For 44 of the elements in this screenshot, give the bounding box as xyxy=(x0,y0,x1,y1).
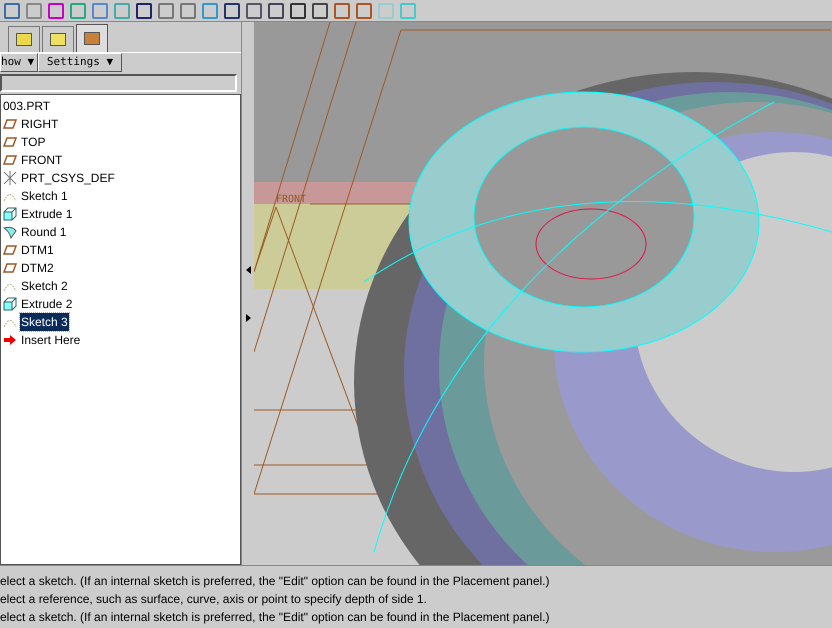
folders-icon xyxy=(16,33,32,46)
toolbar-tool-icon[interactable] xyxy=(312,2,328,18)
toolbar-tool-icon[interactable] xyxy=(290,2,306,18)
toolbar-tool-icon[interactable] xyxy=(224,2,240,18)
tree-item[interactable]: Sketch 1 xyxy=(20,187,69,205)
coordinate-system-icon xyxy=(3,171,17,185)
tree-item[interactable]: FRONT xyxy=(20,151,64,169)
toolbar-tool-icon[interactable] xyxy=(246,2,262,18)
status-message: elect a sketch. (If an internal sketch is preferred, the "Edit" option can be found in the Placement panel.) xyxy=(0,609,550,626)
tree-item[interactable]: Insert Here xyxy=(20,331,82,349)
folder-icon xyxy=(50,33,66,46)
navigator-tab[interactable] xyxy=(76,24,108,52)
tree-root-label[interactable]: 003.PRT xyxy=(1,97,50,115)
tree-item[interactable]: PRT_CSYS_DEF xyxy=(20,169,116,187)
tree-item[interactable]: Sketch 3 xyxy=(20,313,69,331)
status-message: elect a sketch. (If an internal sketch is preferred, the "Edit" option can be found in the Placement panel.) xyxy=(0,573,550,590)
toolbar-tool-icon[interactable] xyxy=(268,2,284,18)
toolbox-icon xyxy=(84,32,100,45)
tree-item[interactable]: TOP xyxy=(20,133,46,151)
datum-plane-icon xyxy=(3,118,17,130)
tree-item[interactable]: Extrude 1 xyxy=(20,205,74,223)
toolbar-tool-icon[interactable] xyxy=(136,2,152,18)
extrude-box-icon xyxy=(3,207,17,221)
datum-plane-icon xyxy=(3,244,17,256)
search-field[interactable] xyxy=(0,74,237,92)
navigator-tab[interactable] xyxy=(8,26,40,52)
tree-item[interactable]: DTM2 xyxy=(20,259,55,277)
collapse-left-icon[interactable] xyxy=(246,266,250,274)
datum-plane-icon xyxy=(3,262,17,274)
extrude-box-icon xyxy=(3,297,17,311)
settings-menu-button[interactable]: Settings ▼ xyxy=(38,53,122,72)
tree-item[interactable]: Sketch 2 xyxy=(20,277,69,295)
show-menu-button[interactable]: how ▼ xyxy=(0,53,38,72)
expand-right-icon[interactable] xyxy=(246,314,250,322)
navigator-tab[interactable] xyxy=(42,26,74,52)
status-message: elect a reference, such as surface, curve, axis or point to specify depth of side 1. xyxy=(0,591,427,608)
tree-item[interactable]: DTM1 xyxy=(20,241,55,259)
datum-plane-icon xyxy=(3,154,17,166)
datum-plane-icon xyxy=(3,136,17,148)
tree-item[interactable]: Extrude 2 xyxy=(20,295,74,313)
arrow-icon xyxy=(3,334,17,346)
tree-item[interactable]: RIGHT xyxy=(20,115,60,133)
round-feature-icon xyxy=(3,225,17,239)
tree-item[interactable]: Round 1 xyxy=(20,223,68,241)
